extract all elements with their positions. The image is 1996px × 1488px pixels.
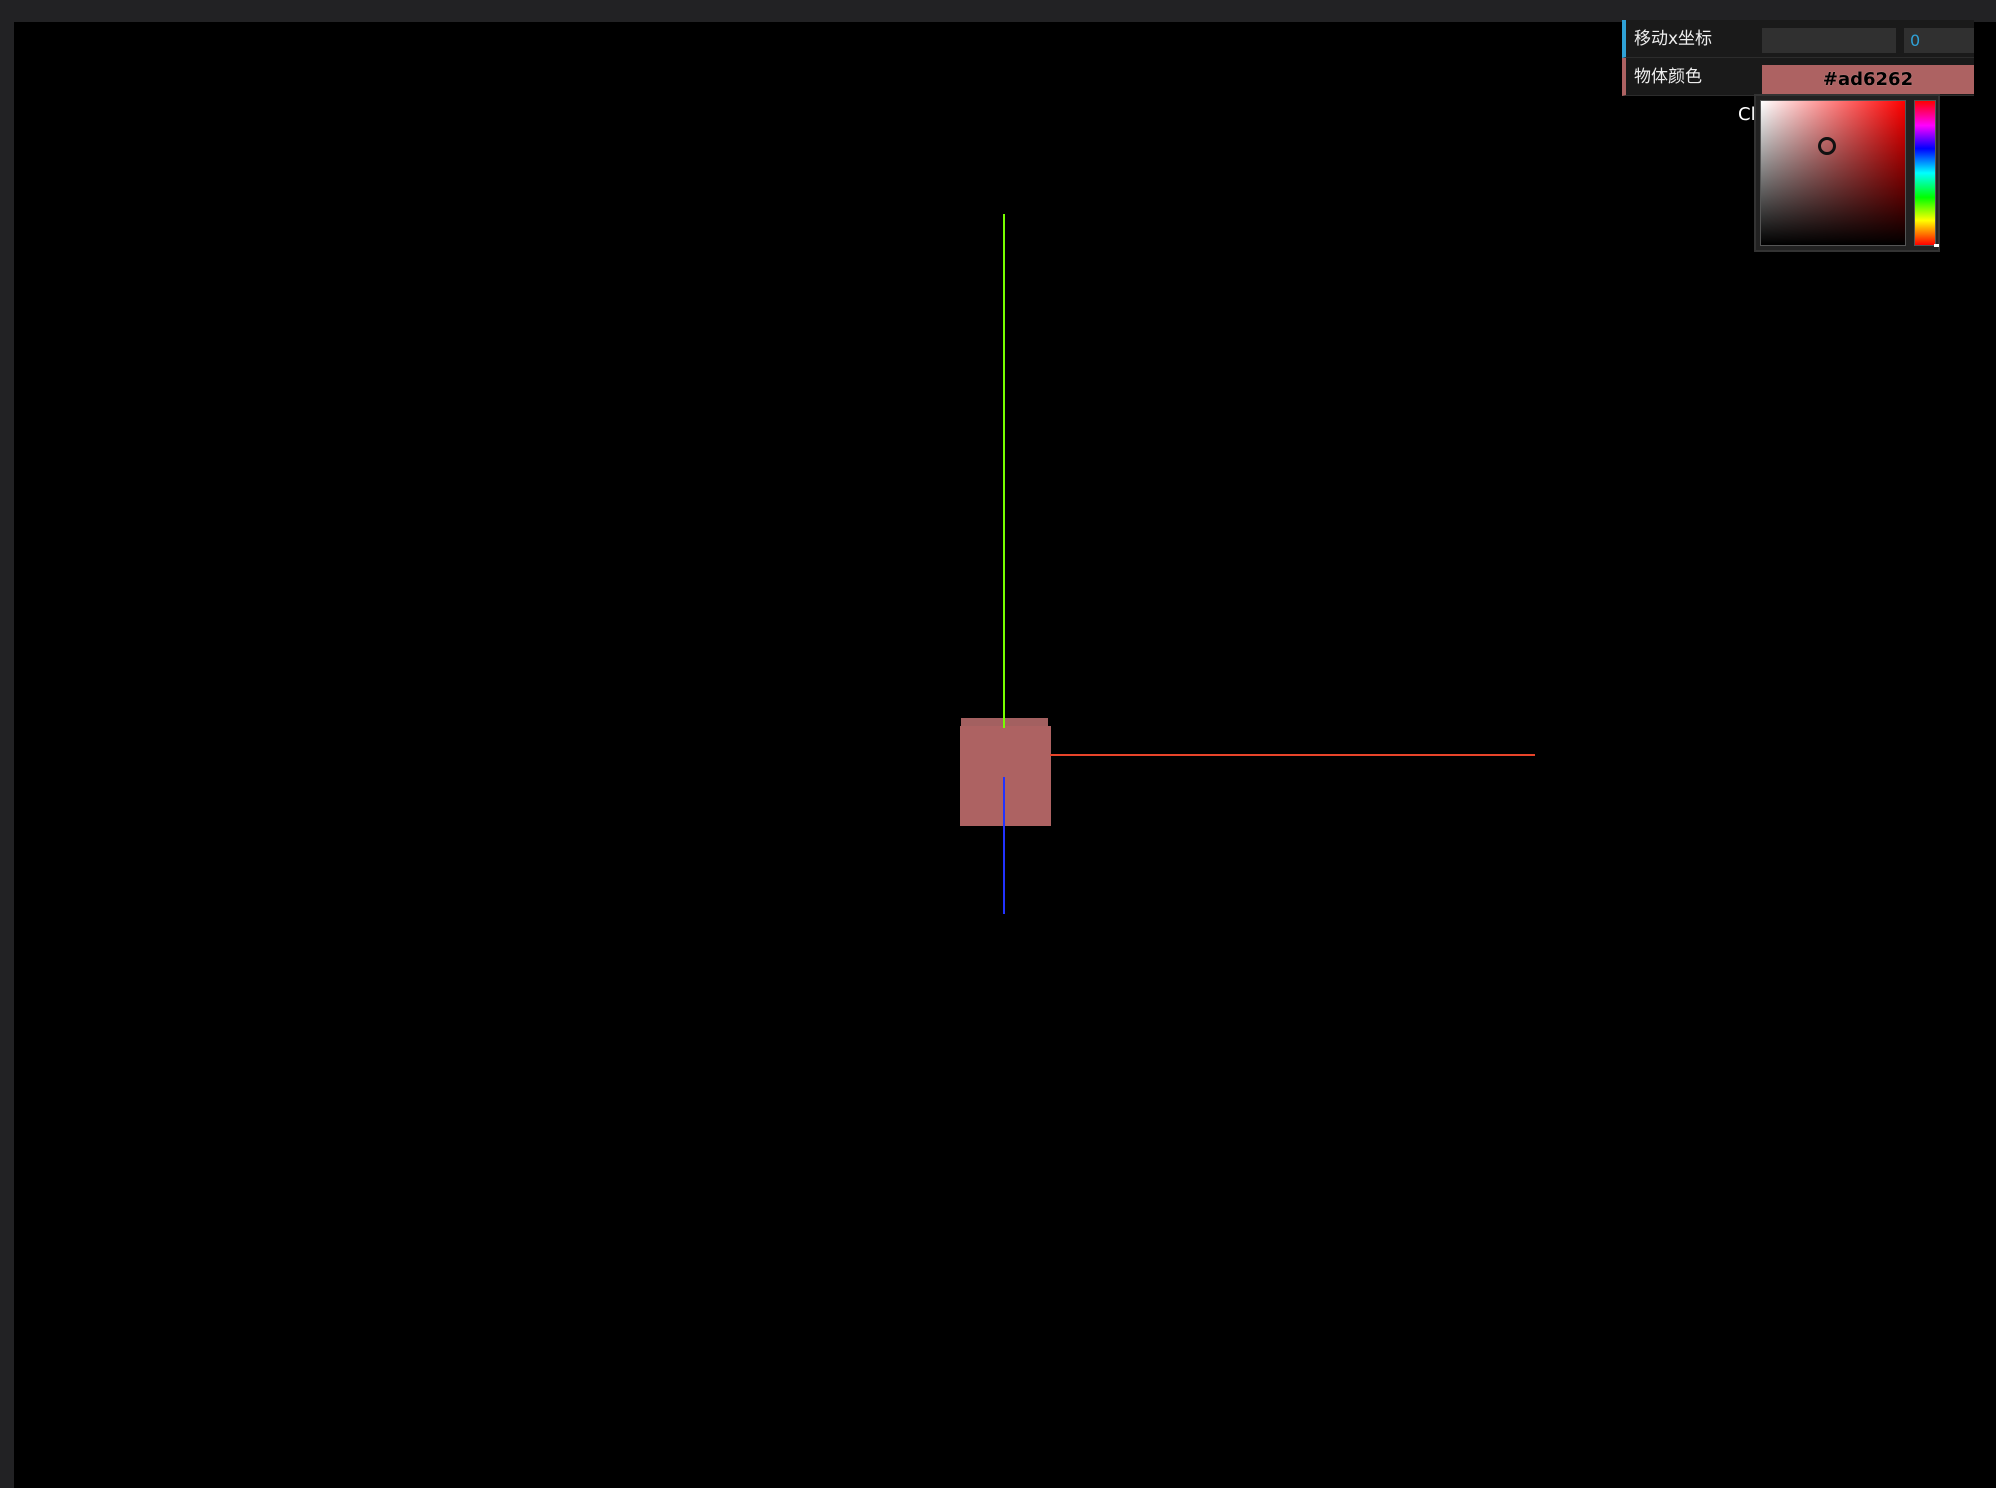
- left-bar: [0, 22, 14, 1488]
- webgl-canvas[interactable]: [14, 22, 1996, 1488]
- move-x-slider[interactable]: [1762, 28, 1896, 53]
- saturation-value-field[interactable]: [1760, 100, 1906, 246]
- object-color-input[interactable]: #ad6262: [1762, 65, 1974, 94]
- control-move-x: 移动x坐标 0: [1622, 20, 1974, 58]
- object-color-label: 物体颜色: [1634, 67, 1702, 87]
- cube: [960, 726, 1051, 826]
- hue-slider[interactable]: [1914, 100, 1936, 246]
- scene-svg: [960, 214, 1535, 914]
- hue-knob[interactable]: [1934, 244, 1939, 247]
- top-bar: [0, 0, 1996, 22]
- move-x-label: 移动x坐标: [1634, 29, 1713, 49]
- color-picker-popup: [1754, 94, 1940, 252]
- move-x-input[interactable]: 0: [1904, 28, 1974, 53]
- dat-gui-panel: 移动x坐标 0 物体颜色 #ad6262: [1622, 20, 1974, 96]
- control-object-color: 物体颜色 #ad6262: [1622, 58, 1974, 96]
- saturation-value-knob[interactable]: [1818, 137, 1836, 155]
